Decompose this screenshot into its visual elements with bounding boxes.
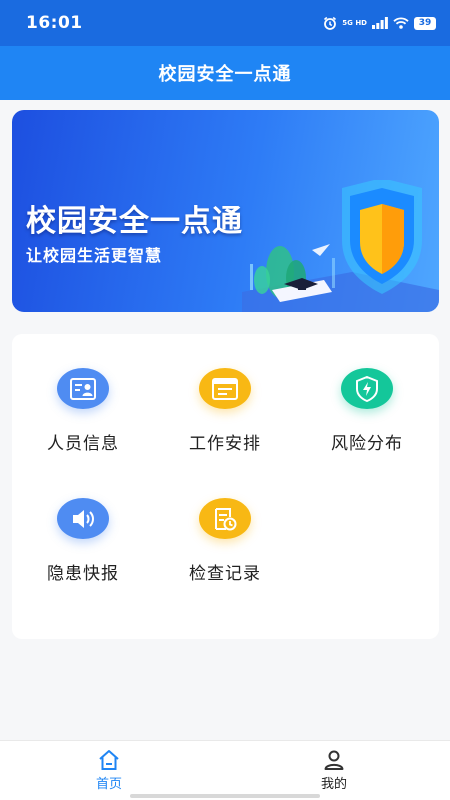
banner-illustration [242, 180, 439, 312]
record-clock-icon [199, 498, 251, 539]
nav-label-home: 首页 [95, 777, 122, 792]
page-title: 校园安全一点通 [158, 64, 292, 85]
banner-title: 校园安全一点通 [26, 204, 243, 239]
bottom-nav: 首页 我的 [0, 740, 450, 800]
menu-item-risk-distribution[interactable]: 风险分布 [296, 334, 438, 454]
nav-label-mine: 我的 [320, 777, 347, 792]
status-bar: 16:01 5G HD 39 [0, 0, 450, 46]
menu-label: 工作安排 [189, 434, 261, 454]
banner-subtitle: 让校园生活更智慧 [26, 246, 163, 265]
alarm-icon [324, 16, 337, 30]
banner[interactable]: 校园安全一点通 让校园生活更智慧 [12, 110, 439, 312]
menu-item-personnel-info[interactable]: 人员信息 [12, 334, 154, 454]
app-header: 校园安全一点通 [0, 46, 450, 100]
network-label: 5G HD [342, 18, 367, 27]
wifi-icon [393, 17, 409, 29]
person-card-icon [57, 368, 109, 409]
menu-label: 风险分布 [331, 434, 403, 454]
signal-icon [372, 17, 388, 29]
home-icon [99, 750, 119, 770]
battery-level: 39 [418, 18, 432, 28]
menu-item-hazard-report[interactable]: 隐患快报 [12, 464, 154, 584]
battery-icon: 39 [414, 16, 436, 30]
home-indicator [130, 794, 320, 798]
menu-label: 隐患快报 [47, 564, 119, 584]
menu-label: 检查记录 [189, 564, 261, 584]
nav-item-home[interactable]: 首页 [49, 741, 169, 800]
schedule-icon [199, 368, 251, 409]
speaker-icon [57, 498, 109, 539]
menu-item-inspection-records[interactable]: 检查记录 [154, 464, 296, 584]
user-icon [324, 750, 344, 770]
status-icons: 5G HD 39 [323, 16, 436, 30]
shield-lightning-icon [341, 368, 393, 409]
menu-item-work-schedule[interactable]: 工作安排 [154, 334, 296, 454]
status-time: 16:01 [26, 13, 83, 33]
menu-label: 人员信息 [47, 434, 119, 454]
nav-item-mine[interactable]: 我的 [274, 741, 394, 800]
feature-menu: 人员信息 工作安排 风险分布 隐患快报 检查记录 [12, 334, 439, 639]
